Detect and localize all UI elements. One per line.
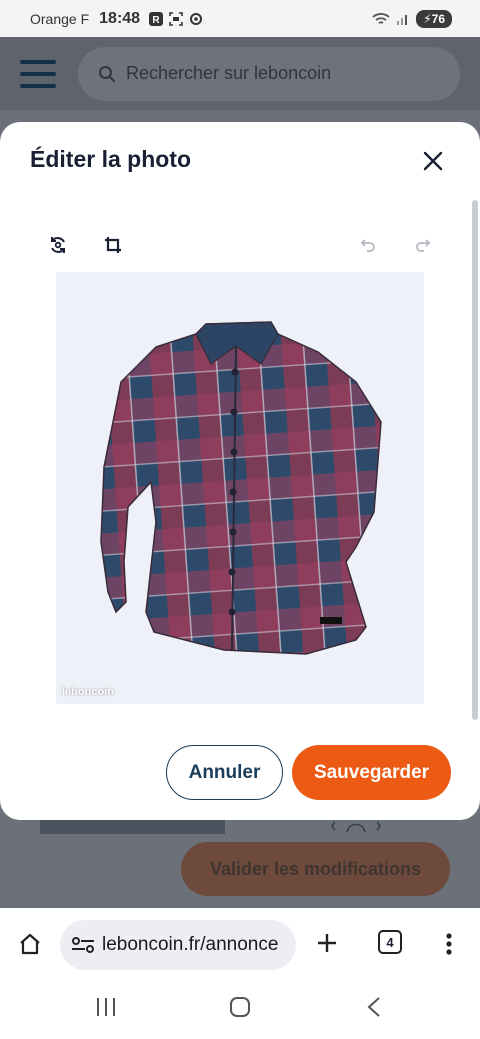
app-notification-icon: R — [149, 11, 164, 26]
cancel-button[interactable]: Annuler — [166, 745, 283, 800]
carrier-label: Orange F — [30, 10, 90, 27]
modal-title: Éditer la photo — [30, 146, 191, 172]
screenshot-icon — [169, 11, 183, 26]
menu-icon[interactable] — [20, 59, 56, 88]
rotate-button[interactable] — [44, 231, 72, 259]
photo-preview[interactable]: leboncoin — [56, 272, 424, 704]
settings-gear-icon — [190, 12, 203, 25]
background-add-photo — [256, 818, 456, 834]
svg-text:R: R — [152, 15, 160, 26]
search-placeholder: Rechercher sur leboncoin — [126, 63, 332, 83]
app-header: Rechercher sur leboncoin — [0, 37, 480, 110]
close-button[interactable] — [418, 146, 448, 176]
rotate-icon — [51, 237, 65, 253]
status-bar: Orange F 18:48 R ⚡76 — [0, 0, 480, 37]
home-icon[interactable] — [18, 932, 42, 956]
modal-scrollbar[interactable] — [472, 200, 478, 720]
system-navigation-bar — [0, 980, 480, 1039]
site-settings-icon[interactable] — [70, 935, 96, 955]
redo-button[interactable] — [409, 231, 437, 259]
signal-icon — [397, 14, 408, 25]
url-text: leboncoin.fr/annonce — [102, 934, 279, 955]
shirt-photo — [100, 321, 382, 655]
browser-toolbar: leboncoin.fr/annonce 4 — [0, 908, 480, 980]
crop-button[interactable] — [99, 231, 127, 259]
search-bar[interactable]: Rechercher sur leboncoin — [78, 46, 460, 101]
new-tab-icon[interactable] — [316, 932, 338, 954]
tab-count: 4 — [386, 934, 394, 950]
undo-icon — [360, 239, 375, 252]
url-bar[interactable]: leboncoin.fr/annonce — [60, 920, 296, 970]
recent-apps-icon[interactable] — [94, 996, 118, 1018]
crop-icon — [105, 237, 121, 253]
edit-photo-modal: Éditer la photo leboncoin Annuler Sauveg… — [0, 122, 480, 820]
camera-icon — [331, 821, 381, 833]
clock: 18:48 — [99, 9, 141, 27]
home-nav-icon[interactable] — [229, 996, 251, 1018]
background-photo-thumb — [40, 818, 225, 834]
validate-changes-button[interactable]: Valider les modifications — [181, 842, 450, 896]
more-icon[interactable] — [444, 932, 454, 956]
close-icon — [423, 151, 443, 171]
battery-badge: ⚡76 — [416, 9, 452, 28]
search-icon — [99, 65, 116, 82]
redo-icon — [416, 239, 431, 252]
back-icon[interactable] — [366, 996, 382, 1018]
tabs-icon[interactable]: 4 — [378, 930, 402, 954]
save-button[interactable]: Sauvegarder — [292, 745, 451, 800]
watermark: leboncoin — [62, 686, 114, 698]
battery-level: 76 — [431, 11, 445, 26]
undo-button[interactable] — [354, 231, 382, 259]
notification-icons: R — [148, 11, 204, 27]
wifi-icon — [372, 12, 390, 24]
